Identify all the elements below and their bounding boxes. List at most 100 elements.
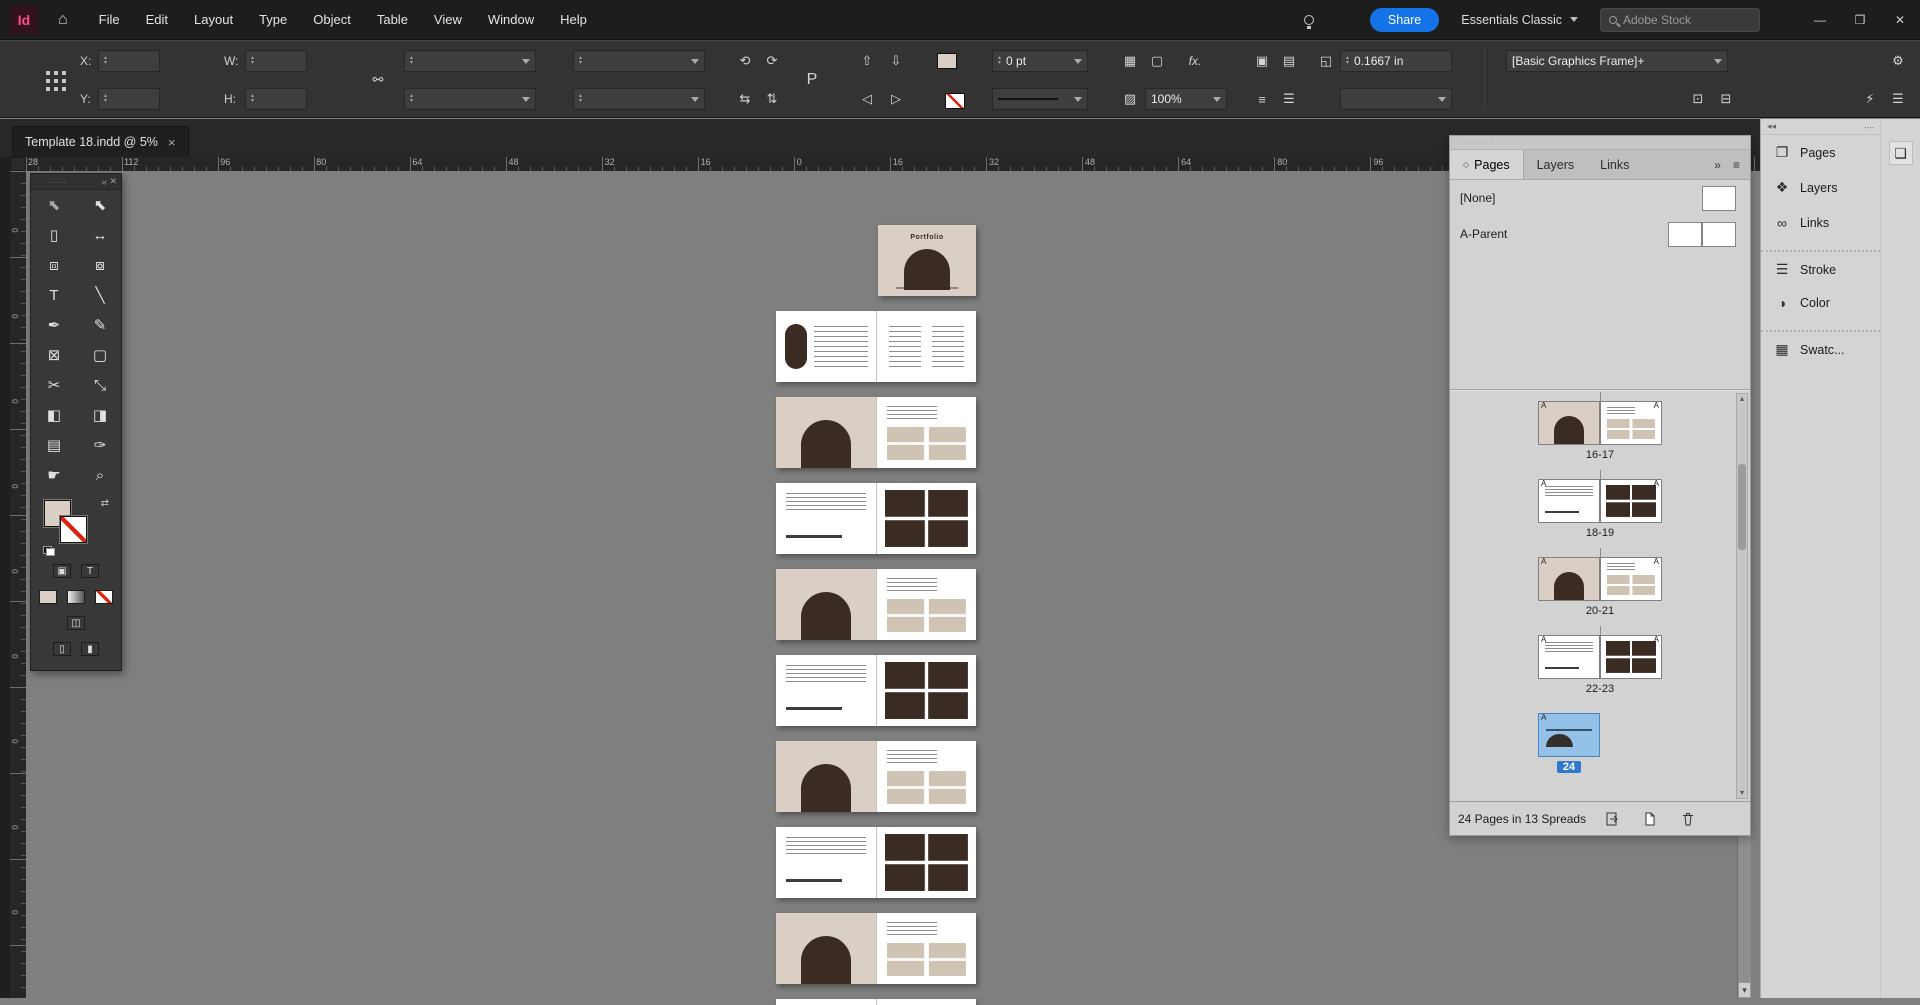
menu-layout[interactable]: Layout: [181, 0, 246, 40]
stock-search-input[interactable]: [1623, 13, 1733, 27]
select-next-button[interactable]: ▷: [884, 88, 908, 110]
content-placer-tool[interactable]: ⧇: [77, 250, 123, 280]
pages-panel-spread[interactable]: A A 22-23: [1538, 635, 1662, 695]
spread-thumbnail[interactable]: A: [1538, 713, 1600, 757]
gap-tool[interactable]: ↔: [77, 220, 123, 250]
page-left[interactable]: [776, 741, 877, 812]
align-left-button[interactable]: ≡: [1250, 88, 1274, 110]
document-spread[interactable]: [776, 827, 976, 898]
select-container-button[interactable]: ⇧: [855, 50, 879, 72]
page-thumbnail[interactable]: [1538, 401, 1600, 445]
apply-gradient-button[interactable]: [67, 590, 85, 604]
tools-panel-header[interactable]: ∙∙∙∙∙ « ✕: [31, 174, 121, 190]
direct-selection-tool[interactable]: ⬉: [77, 190, 123, 220]
clear-overrides-button[interactable]: ⊡: [1686, 88, 1710, 110]
note-tool[interactable]: ▤: [31, 430, 77, 460]
panel-menu-icon[interactable]: ☰: [1886, 88, 1910, 110]
settings-gear-icon[interactable]: ⚙: [1886, 50, 1910, 72]
page-left[interactable]: [776, 827, 877, 898]
spread-thumbnail[interactable]: A A: [1538, 401, 1662, 445]
pages-panel-spread[interactable]: A A 18-19: [1538, 479, 1662, 539]
y-field[interactable]: [98, 88, 160, 110]
document-spread[interactable]: [776, 311, 976, 382]
screen-mode-button[interactable]: ◫: [67, 616, 85, 630]
page-left[interactable]: [776, 999, 877, 1005]
w-field[interactable]: [245, 50, 307, 72]
stroke-swatch[interactable]: [945, 93, 965, 109]
restore-button[interactable]: ❐: [1840, 0, 1880, 40]
dock-layers[interactable]: ❖ Layers: [1761, 170, 1880, 205]
tab-close-icon[interactable]: ×: [168, 135, 176, 150]
hand-tool[interactable]: ☛: [31, 460, 77, 490]
stroke-style-dropdown[interactable]: [992, 88, 1088, 110]
scroll-up-icon[interactable]: ▴: [1740, 394, 1744, 404]
panel-expand-icon[interactable]: »: [1714, 158, 1721, 172]
flip-horizontal-button[interactable]: ⇆: [733, 88, 757, 110]
line-tool[interactable]: ╲: [77, 280, 123, 310]
stock-search-box[interactable]: [1600, 8, 1760, 32]
pencil-tool[interactable]: ✎: [77, 310, 123, 340]
page-right[interactable]: [877, 483, 977, 554]
select-content-button[interactable]: ⇩: [884, 50, 908, 72]
fill-swatch[interactable]: [937, 53, 957, 69]
corner-radius-field[interactable]: 0.1667 in: [1340, 50, 1452, 72]
menu-view[interactable]: View: [421, 0, 475, 40]
gradient-swatch-tool[interactable]: ◧: [31, 400, 77, 430]
page-left[interactable]: [776, 311, 877, 382]
master-row[interactable]: [None]: [1450, 180, 1750, 216]
dock-grip[interactable]: ∙∙∙∙: [1864, 122, 1874, 132]
document-spread[interactable]: [776, 569, 976, 640]
pages-scrollbar[interactable]: ▴ ▾: [1736, 393, 1748, 799]
shear-field[interactable]: [573, 88, 705, 110]
menu-window[interactable]: Window: [475, 0, 547, 40]
dock-stroke[interactable]: ☰ Stroke: [1761, 250, 1880, 285]
document-spread[interactable]: Portfolio: [878, 225, 976, 296]
formatting-container-toggle[interactable]: ▣: [53, 564, 71, 578]
scale-y-field[interactable]: [404, 88, 536, 110]
page-thumbnail[interactable]: [1538, 557, 1600, 601]
page-right[interactable]: Portfolio: [878, 225, 976, 296]
scroll-down-icon[interactable]: ▾: [1740, 788, 1744, 798]
view-preview-button[interactable]: ▮: [81, 642, 99, 656]
object-style-dropdown[interactable]: [Basic Graphics Frame]+: [1506, 50, 1728, 72]
collapsed-pages-panel-icon[interactable]: ❏: [1889, 141, 1913, 165]
home-icon[interactable]: ⌂: [58, 11, 68, 29]
apply-none-button[interactable]: [95, 590, 113, 604]
close-panel-icon[interactable]: ✕: [109, 176, 117, 187]
stroke-weight-field[interactable]: 0 pt: [992, 50, 1088, 72]
new-page-button[interactable]: [1638, 808, 1662, 830]
x-field[interactable]: [98, 50, 160, 72]
dock-swatches[interactable]: ▦ Swatc...: [1761, 330, 1880, 365]
dock-pages[interactable]: ❐ Pages: [1761, 135, 1880, 170]
canvas-vertical-scrollbar[interactable]: ▾: [1737, 836, 1751, 998]
tab-links[interactable]: Links: [1587, 150, 1642, 179]
apply-color-button[interactable]: [39, 590, 57, 604]
corner-shape-dropdown[interactable]: [1340, 88, 1452, 110]
document-tab[interactable]: Template 18.indd @ 5% ×: [12, 126, 189, 157]
page-right[interactable]: [877, 913, 977, 984]
selection-tool[interactable]: ⬉: [31, 190, 77, 220]
h-field[interactable]: [245, 88, 307, 110]
panel-drag-grip[interactable]: ∙∙∙∙∙∙∙∙: [1450, 136, 1750, 150]
stroke-color-swatch[interactable]: [60, 516, 87, 543]
page-right[interactable]: [877, 655, 977, 726]
scissors-tool[interactable]: ✂: [31, 370, 77, 400]
rotate-cw-button[interactable]: ⟳: [760, 50, 784, 72]
zoom-tool[interactable]: ⌕: [77, 460, 123, 490]
edit-page-size-button[interactable]: [1600, 808, 1624, 830]
lightbulb-icon[interactable]: [1304, 15, 1314, 25]
page-right[interactable]: [877, 569, 977, 640]
text-wrap-none-button[interactable]: ▣: [1250, 50, 1274, 72]
indesign-logo[interactable]: Id: [10, 6, 38, 34]
view-normal-button[interactable]: ▯: [53, 642, 71, 656]
menu-object[interactable]: Object: [300, 0, 364, 40]
page-tool[interactable]: ▯: [31, 220, 77, 250]
workspace-switcher[interactable]: Essentials Classic: [1455, 13, 1584, 27]
document-spread[interactable]: [776, 913, 976, 984]
page-right[interactable]: [877, 397, 977, 468]
page-left[interactable]: [776, 397, 877, 468]
menu-help[interactable]: Help: [547, 0, 600, 40]
page-number-label[interactable]: 18-19: [1586, 527, 1614, 539]
collapse-panel-icon[interactable]: «: [102, 177, 107, 187]
flip-vertical-button[interactable]: ⇅: [760, 88, 784, 110]
